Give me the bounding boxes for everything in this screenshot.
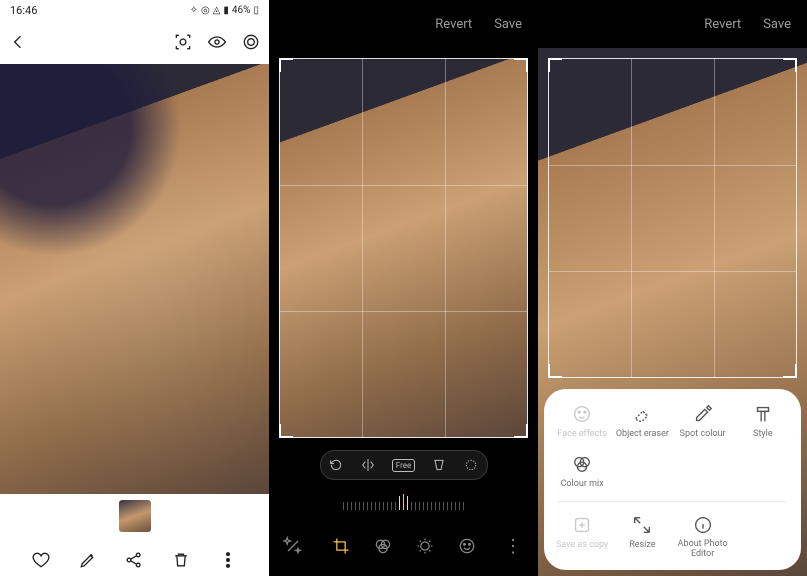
wifi-icon: ◬: [213, 5, 221, 16]
editor-mode-bar: ⋮: [269, 526, 538, 566]
editor-transform-panel: Revert Save Free ⋮: [269, 0, 538, 576]
location-icon: ◎: [201, 5, 210, 16]
sheet-item-about[interactable]: About Photo Editor: [673, 514, 733, 560]
share-icon[interactable]: [124, 550, 144, 570]
rotate-icon[interactable]: [328, 457, 344, 473]
lasso-icon[interactable]: [463, 457, 479, 473]
smart-view-icon[interactable]: [241, 32, 261, 52]
save-copy-icon: [571, 514, 593, 536]
eye-icon[interactable]: [207, 32, 227, 52]
photo-viewport[interactable]: [0, 64, 269, 494]
trash-icon[interactable]: [171, 550, 191, 570]
gallery-view-panel: 16:46 ✧ ◎ ◬ ▮ 46% ▯: [0, 0, 269, 576]
sheet-label: Colour mix: [561, 479, 604, 489]
sheet-label: Resize: [629, 540, 655, 550]
colormix-icon: [571, 453, 593, 475]
favorite-icon[interactable]: [31, 550, 51, 570]
battery-icon: ▯: [253, 5, 259, 16]
aspect-ratio-button[interactable]: Free: [392, 459, 415, 472]
editor-top-actions: Revert Save: [269, 0, 538, 48]
rotation-ruler[interactable]: [304, 488, 504, 510]
revert-button[interactable]: Revert: [435, 17, 472, 32]
eraser-icon: [631, 403, 653, 425]
gallery-bottom-bar: [0, 538, 269, 576]
dropper-icon: [692, 403, 714, 425]
transform-tool-pill: Free: [320, 450, 488, 480]
resize-icon: [631, 514, 653, 536]
crop-canvas[interactable]: [269, 58, 538, 438]
perspective-icon[interactable]: [431, 457, 447, 473]
edit-icon[interactable]: [78, 550, 98, 570]
sheet-item-save-as-copy: Save as copy: [552, 514, 612, 560]
bixby-vision-icon[interactable]: [173, 32, 193, 52]
sheet-label: Face effects: [557, 429, 606, 439]
sheet-item-spot-colour[interactable]: Spot colour: [673, 403, 733, 439]
save-button[interactable]: Save: [494, 17, 522, 32]
status-icons: ✧ ◎ ◬ ▮ 46% ▯: [190, 5, 259, 16]
info-icon: [692, 514, 714, 536]
face-icon: [571, 403, 593, 425]
auto-enhance-icon[interactable]: [283, 536, 303, 556]
sheet-label: Object eraser: [616, 429, 669, 439]
sticker-mode-icon[interactable]: [457, 536, 477, 556]
gallery-app-bar: [0, 20, 269, 64]
signal-icon: ▮: [223, 5, 229, 16]
crop-mode-icon[interactable]: [331, 536, 351, 556]
sheet-label: Spot colour: [680, 429, 726, 439]
flip-icon[interactable]: [360, 457, 376, 473]
save-button[interactable]: Save: [763, 17, 791, 32]
more-icon[interactable]: [218, 550, 238, 570]
sheet-label: Save as copy: [556, 540, 608, 550]
vibrate-icon: ✧: [190, 5, 198, 16]
sheet-item-object-eraser[interactable]: Object eraser: [612, 403, 672, 439]
editor-more-sheet-panel: Revert Save Face effects Object eraser S…: [538, 0, 807, 576]
sheet-item-face-effects: Face effects: [552, 403, 612, 439]
adjust-mode-icon[interactable]: [415, 536, 435, 556]
more-options-sheet: Face effects Object eraser Spot colour S…: [544, 389, 801, 570]
editor-top-actions: Revert Save: [538, 0, 807, 48]
sheet-item-style[interactable]: Style: [733, 403, 793, 439]
thumbnail[interactable]: [119, 500, 151, 532]
back-icon[interactable]: [8, 32, 28, 52]
battery-text: 46%: [232, 5, 251, 16]
sheet-label: About Photo Editor: [673, 540, 733, 560]
editor-more-icon[interactable]: ⋮: [504, 536, 524, 557]
sheet-item-colour-mix[interactable]: Colour mix: [552, 453, 612, 489]
revert-button[interactable]: Revert: [704, 17, 741, 32]
style-icon: [752, 403, 774, 425]
status-time: 16:46: [10, 4, 37, 17]
sheet-label: Style: [753, 429, 773, 439]
filters-mode-icon[interactable]: [373, 536, 393, 556]
sheet-divider: [558, 501, 787, 502]
status-bar: 16:46 ✧ ◎ ◬ ▮ 46% ▯: [0, 0, 269, 20]
thumbnail-strip[interactable]: [0, 494, 269, 538]
sheet-item-resize[interactable]: Resize: [612, 514, 672, 560]
